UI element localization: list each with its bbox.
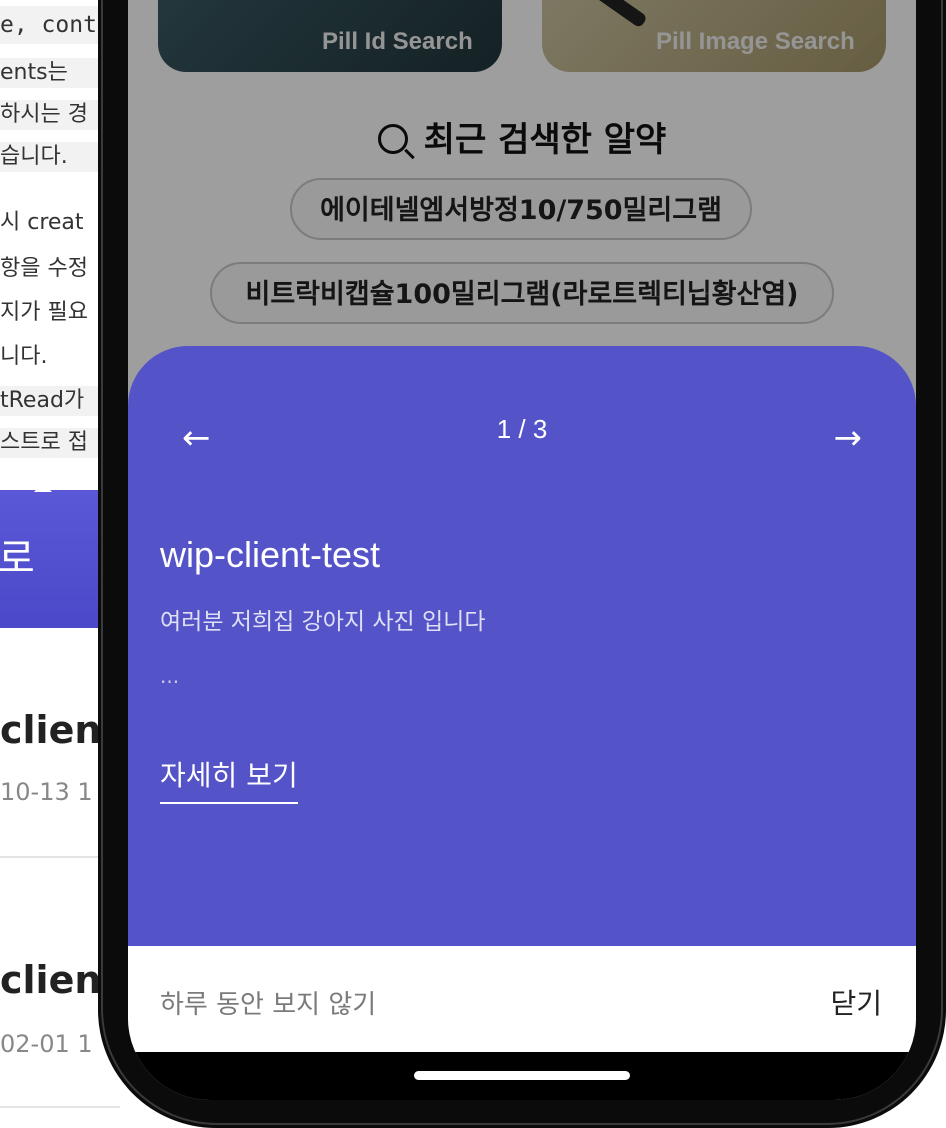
background-button-label: 로 — [0, 536, 35, 582]
notice-popup: ← 1 / 3 → wip-client-test 여러분 저희집 강아지 사진… — [128, 346, 916, 946]
popup-footer: 하루 동안 보지 않기 닫기 — [128, 946, 916, 1052]
next-arrow-icon[interactable]: → — [834, 418, 863, 458]
dont-show-today-button[interactable]: 하루 동안 보지 않기 — [160, 984, 376, 1021]
close-button[interactable]: 닫기 — [830, 982, 882, 1022]
view-details-link[interactable]: 자세히 보기 — [160, 754, 298, 804]
home-indicator[interactable] — [414, 1071, 630, 1080]
tooltip-notch — [34, 482, 52, 492]
notice-body: 여러분 저희집 강아지 사진 입니다 — [160, 609, 486, 635]
post-date: 10-13 1 — [0, 778, 93, 806]
page-indicator: 1 / 3 — [496, 414, 548, 444]
post-date: 02-01 1 — [0, 1030, 93, 1058]
phone-screen: Pill Id Search Pill Image Search 최근 검색한 … — [128, 0, 916, 1100]
divider — [0, 1106, 120, 1108]
background-primary-button[interactable]: 로 — [0, 490, 110, 628]
notice-title: wip-client-test — [160, 534, 381, 575]
notice-ellipsis: ... — [160, 664, 180, 688]
